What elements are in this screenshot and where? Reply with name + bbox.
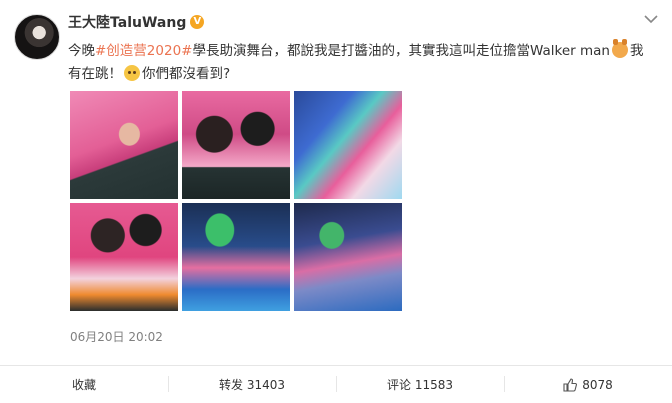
post-text-intro: 今晚 <box>68 43 95 59</box>
photo-grid <box>70 91 402 311</box>
post-timestamp[interactable]: 06月20日 20:02 <box>70 328 163 345</box>
dog-emoji-icon <box>611 39 628 58</box>
photo-thumbnail-1[interactable] <box>70 91 178 199</box>
action-bar: 收藏 转发 31403 评论 11583 8078 <box>0 365 672 403</box>
photo-thumbnail-5[interactable] <box>182 203 290 311</box>
post-text-body: 學長助演舞台，都說我是打醬油的，其實我這叫走位擔當Walker man <box>192 43 610 59</box>
user-header: 王大陸TaluWang V <box>68 12 205 32</box>
repost-button[interactable]: 转发 31403 <box>168 366 336 403</box>
favorite-button[interactable]: 收藏 <box>0 366 168 403</box>
like-count: 8078 <box>582 377 613 392</box>
crying-emoji-icon <box>124 65 140 81</box>
comment-button[interactable]: 评论 11583 <box>336 366 504 403</box>
favorite-label: 收藏 <box>71 378 96 392</box>
photo-thumbnail-4[interactable] <box>70 203 178 311</box>
like-button[interactable]: 8078 <box>504 366 672 403</box>
comment-label: 评论 11583 <box>387 378 453 392</box>
repost-label: 转发 31403 <box>219 378 285 392</box>
photo-thumbnail-2[interactable] <box>182 91 290 199</box>
verified-badge-icon: V <box>190 15 205 29</box>
chevron-down-icon[interactable] <box>644 14 658 24</box>
hashtag-link[interactable]: #创造营2020# <box>95 43 192 59</box>
photo-thumbnail-6[interactable] <box>294 203 402 311</box>
user-name-link[interactable]: 王大陸TaluWang <box>68 12 186 32</box>
post-text: 今晚#创造营2020#學長助演舞台，都說我是打醬油的，其實我這叫走位擔當Walk… <box>68 39 653 86</box>
user-avatar[interactable] <box>14 14 60 60</box>
thumbs-up-icon <box>563 377 578 392</box>
post-text-end: 你們都沒看到? <box>142 66 231 82</box>
photo-thumbnail-3[interactable] <box>294 91 402 199</box>
